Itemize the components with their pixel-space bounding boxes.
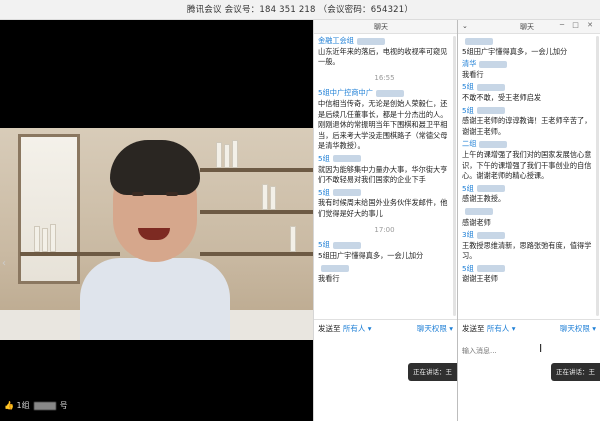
chat-panel-right: ⌄ 聊天 ─ □ ✕ 5组田广宇懂得真多，一会儿加分 清华 我看行 5组 不敢不敢，受王… [457, 20, 600, 421]
message-sender[interactable]: 5组 [318, 188, 451, 199]
chat-message: 5组 不敢不敢，受王老师启发 [462, 82, 595, 103]
room-window [18, 134, 80, 284]
message-sender[interactable]: 清华 [462, 59, 595, 70]
thumbs-up-icon: 👍 [4, 401, 14, 410]
message-text: 我看行 [462, 69, 484, 79]
message-text: 我有时候周末给国外业务伙伴发邮件，他们觉得是好大的事儿 [318, 198, 448, 218]
chat-scrollbar[interactable] [596, 36, 599, 316]
chat-permission-button[interactable]: 聊天权限 ▾ [417, 323, 453, 334]
chat-message: 二组 上午的课增强了我们对的国家发展信心意识，下午的课增强了我们干事创业的自信心。… [462, 139, 595, 181]
chat-message: 5组 感谢王老师的谆谆教诲！王老师辛苦了，谢谢王老师。 [462, 106, 595, 138]
message-sender[interactable]: 二组 [462, 139, 595, 150]
speaking-indicator: 正在讲话：王 [551, 363, 600, 381]
message-text: 5组田广宇懂得真多，一会儿加分 [318, 250, 424, 260]
chat-message: 5组 就因为能够集中力量办大事，华尔街大亨们不敢轻易对我们国家的企业下手 [318, 154, 451, 186]
window-titlebar: 腾讯会议 会议号：184 351 218 （会议密码：654321） [0, 0, 600, 20]
message-sender[interactable]: 3组 [462, 230, 595, 241]
participant-label: 👍 1组号 [4, 401, 68, 410]
window-controls[interactable]: ─ □ ✕ [560, 21, 596, 29]
chat-message: 清华 我看行 [462, 59, 595, 80]
message-sender[interactable]: 5组 [462, 106, 595, 117]
chat-message: 金融工会组 山东近年来的落后，电视的收视率可窥见一般。 [318, 36, 451, 68]
message-text: 就因为能够集中力量办大事，华尔街大亨们不敢轻易对我们国家的企业下手 [318, 164, 448, 185]
message-text: 中信相当传奇，无论是创始人荣毅仁，还是后续几任董事长，都是十分杰出的人。刚刚退休… [318, 98, 448, 151]
chat-message: 我看行 [318, 263, 451, 284]
chat-header: 聊天 [314, 20, 457, 34]
message-text: 谢谢王老师 [462, 274, 498, 284]
chat-header: ⌄ 聊天 ─ □ ✕ [458, 20, 600, 34]
video-area[interactable]: ‹ 👍 1组号 [0, 20, 313, 421]
chevron-left-icon[interactable]: ‹ [2, 258, 6, 269]
text-cursor-icon: I [539, 342, 543, 355]
collapse-icon[interactable]: ⌄ [462, 22, 468, 30]
message-text: 感谢王教授。 [462, 194, 506, 204]
chat-header-title: 聊天 [374, 23, 388, 31]
chat-message-list: 5组田广宇懂得真多，一会儿加分 清华 我看行 5组 不敢不敢，受王老师启发 5组 感谢王老师… [462, 36, 595, 287]
message-sender[interactable]: 5组 [462, 82, 595, 93]
message-sender[interactable]: 5组 [318, 240, 451, 251]
chat-message: 5组 我有时候周末给国外业务伙伴发邮件，他们觉得是好大的事儿 [318, 188, 451, 220]
message-text: 感谢老师 [462, 217, 491, 227]
message-text: 不敢不敢，受王老师启发 [462, 92, 542, 102]
chat-message: 5组 谢谢王老师 [462, 264, 595, 285]
chat-message: 3组 王教授思维清新，思路张弛有度，值得学习。 [462, 230, 595, 262]
send-to-selector[interactable]: 发送至 所有人 ▾ [462, 323, 516, 334]
chat-message: 5组 5组田广宇懂得真多，一会儿加分 [318, 240, 451, 261]
message-sender[interactable]: 5组 [462, 184, 595, 195]
send-to-selector[interactable]: 发送至 所有人 ▾ [318, 323, 372, 334]
speaker-person [80, 140, 230, 340]
message-sender[interactable] [462, 207, 595, 218]
chat-input[interactable] [318, 336, 450, 366]
chat-message: 5组 感谢王教授。 [462, 184, 595, 205]
chat-panel-left: 聊天 金融工会组 山东近年来的落后，电视的收视率可窥见一般。 16:55 5组中广控商… [313, 20, 457, 421]
chat-message: 5组田广宇懂得真多，一会儿加分 [462, 36, 595, 57]
speaking-indicator: 正在讲话：王 [408, 363, 457, 381]
message-text: 山东近年来的落后，电视的收视率可窥见一般。 [318, 46, 448, 67]
chat-scrollbar[interactable] [453, 36, 456, 316]
message-timestamp: 16:55 [374, 73, 395, 82]
message-sender[interactable]: 5组中广控商中广 [318, 88, 451, 99]
chat-message-list: 金融工会组 山东近年来的落后，电视的收视率可窥见一般。 16:55 5组中广控商中广中… [318, 36, 451, 286]
chat-permission-button[interactable]: 聊天权限 ▾ [560, 323, 596, 334]
message-sender[interactable] [462, 36, 595, 47]
message-text: 上午的课增强了我们对的国家发展信心意识，下午的课增强了我们干事创业的自信心。谢谢… [462, 149, 592, 181]
chat-message: 5组中广控商中广 中信相当传奇，无论是创始人荣毅仁，还是后续几任董事长，都是十分杰… [318, 88, 451, 152]
message-sender[interactable]: 金融工会组 [318, 36, 451, 47]
message-sender[interactable] [318, 263, 451, 274]
message-sender[interactable]: 5组 [462, 264, 595, 275]
message-text: 感谢王老师的谆谆教诲！王老师辛苦了，谢谢王老师。 [462, 116, 592, 136]
chat-message: 感谢老师 [462, 207, 595, 228]
chat-header-title: 聊天 [520, 23, 534, 31]
message-text: 我看行 [318, 273, 340, 283]
message-timestamp: 17:00 [374, 225, 395, 234]
message-text: 5组田广宇懂得真多，一会儿加分 [462, 46, 568, 56]
message-text: 王教授思维清新，思路张弛有度，值得学习。 [462, 240, 592, 261]
window-title: 腾讯会议 会议号：184 351 218 （会议密码：654321） [186, 5, 414, 15]
chat-input[interactable] [462, 336, 594, 366]
message-sender[interactable]: 5组 [318, 154, 451, 165]
